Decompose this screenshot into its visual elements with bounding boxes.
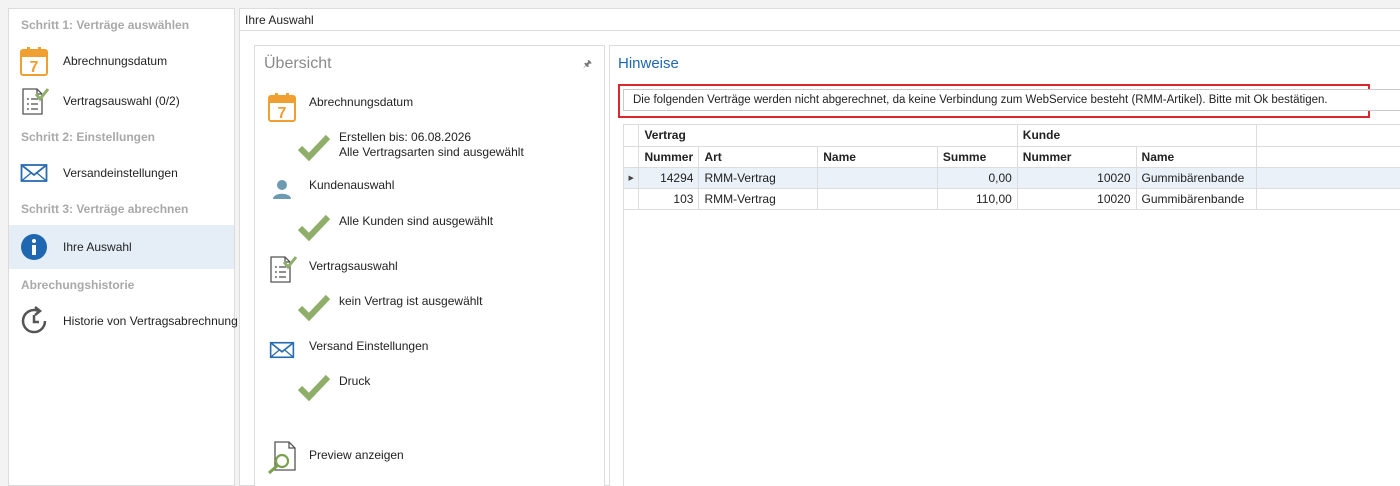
envelope-icon bbox=[265, 333, 299, 367]
hinweis-message: Die folgenden Verträge werden nicht abge… bbox=[623, 89, 1400, 111]
page-title: Ihre Auswahl bbox=[240, 9, 1400, 31]
versand-label: Versand Einstellungen bbox=[309, 339, 429, 353]
main-panel: Ihre Auswahl Übersicht 🖈 7 Abrechnungsda… bbox=[239, 8, 1400, 486]
history-header: Abrechungshistorie bbox=[21, 278, 135, 292]
sidebar-item-abrechnungsdatum[interactable]: 7 Abrechnungsdatum bbox=[9, 41, 234, 81]
calendar-number: 7 bbox=[30, 59, 39, 76]
overview-kundenauswahl: Kundenauswahl bbox=[265, 172, 394, 206]
group-header-vertrag: Vertrag bbox=[638, 125, 1018, 147]
column-header-kunde-name[interactable]: Name bbox=[1136, 146, 1258, 168]
wizard-sidebar: Schritt 1: Verträge auswählen 7 Abrechnu… bbox=[8, 8, 238, 486]
cell-nummer[interactable]: 14294 bbox=[638, 167, 700, 189]
check-icon bbox=[297, 214, 331, 242]
row-indicator-icon: ▶ bbox=[624, 167, 640, 189]
cell-name[interactable] bbox=[817, 188, 938, 210]
table-row[interactable]: 103 RMM-Vertrag 110,00 10020 Gummibärenb… bbox=[624, 188, 1400, 210]
history-icon bbox=[19, 306, 49, 336]
overview-abrechnungsdatum-status: Erstellen bis: 06.08.2026 Alle Vertragsa… bbox=[297, 130, 524, 164]
overview-versand: Versand Einstellungen bbox=[265, 333, 428, 367]
cell-kunde-name[interactable]: Gummibärenbande bbox=[1136, 188, 1258, 210]
envelope-icon bbox=[19, 158, 49, 188]
preview-label: Preview anzeigen bbox=[309, 448, 404, 462]
checklist-icon bbox=[265, 252, 299, 286]
cell-kunde-name[interactable]: Gummibärenbande bbox=[1136, 167, 1258, 189]
document-search-icon bbox=[265, 440, 299, 474]
step1-header: Schritt 1: Verträge auswählen bbox=[21, 18, 190, 32]
calendar-icon: 7 bbox=[265, 90, 299, 124]
druck-text: Druck bbox=[339, 374, 371, 388]
contracts-grid[interactable]: Vertrag Kunde Nummer Art Name Summe Numm… bbox=[623, 124, 1400, 486]
sidebar-item-label: Historie von Vertragsabrechnung bbox=[63, 314, 238, 328]
cell-empty bbox=[1256, 188, 1400, 210]
cell-kunde-nummer[interactable]: 10020 bbox=[1017, 188, 1137, 210]
sidebar-item-historie[interactable]: Historie von Vertragsabrechnung bbox=[9, 301, 238, 341]
cell-kunde-nummer[interactable]: 10020 bbox=[1017, 167, 1137, 189]
sidebar-item-label: Abrechnungsdatum bbox=[63, 54, 168, 68]
cell-art[interactable]: RMM-Vertrag bbox=[698, 167, 819, 189]
overview-abrechnungsdatum: 7 Abrechnungsdatum bbox=[265, 90, 413, 124]
abrechnungsdatum-label: Abrechnungsdatum bbox=[309, 95, 414, 109]
row-gutter-header bbox=[624, 146, 640, 168]
sidebar-item-label: Versandeinstellungen bbox=[63, 166, 178, 180]
cell-empty bbox=[1256, 167, 1400, 189]
row-indicator bbox=[624, 188, 640, 210]
column-header-kunde-nummer[interactable]: Nummer bbox=[1017, 146, 1137, 168]
empty-header bbox=[1256, 125, 1400, 147]
check-icon bbox=[297, 294, 331, 322]
cell-summe[interactable]: 0,00 bbox=[937, 167, 1018, 189]
column-header-name[interactable]: Name bbox=[817, 146, 938, 168]
overview-versand-status: Druck bbox=[297, 370, 370, 404]
table-row[interactable]: ▶ 14294 RMM-Vertrag 0,00 10020 Gummibäre… bbox=[624, 167, 1400, 189]
overview-panel: Übersicht 🖈 7 Abrechnungsdatum Erstellen… bbox=[254, 45, 605, 486]
sidebar-item-label: Vertragsauswahl (0/2) bbox=[63, 94, 180, 108]
column-header-summe[interactable]: Summe bbox=[937, 146, 1018, 168]
hinweise-title: Hinweise bbox=[618, 55, 679, 72]
calendar-icon: 7 bbox=[19, 46, 49, 76]
pin-icon[interactable]: 🖈 bbox=[583, 57, 592, 74]
group-header-kunde: Kunde bbox=[1017, 125, 1258, 147]
sidebar-item-vertragsauswahl[interactable]: Vertragsauswahl (0/2) bbox=[9, 81, 234, 121]
preview-button[interactable]: Preview anzeigen bbox=[265, 440, 404, 474]
sidebar-item-label: Ihre Auswahl bbox=[63, 240, 132, 254]
column-header-art[interactable]: Art bbox=[698, 146, 819, 168]
kein-vertrag-text: kein Vertrag ist ausgewählt bbox=[339, 294, 483, 308]
vertragsarten-text: Alle Vertragsarten sind ausgewählt bbox=[339, 145, 524, 159]
user-icon bbox=[265, 172, 299, 206]
check-icon bbox=[297, 374, 331, 402]
info-icon bbox=[19, 232, 49, 262]
alle-kunden-text: Alle Kunden sind ausgewählt bbox=[339, 214, 494, 228]
row-gutter-header bbox=[624, 125, 640, 147]
step2-header: Schritt 2: Einstellungen bbox=[21, 130, 156, 144]
overview-vertrag-status: kein Vertrag ist ausgewählt bbox=[297, 290, 482, 324]
step3-header: Schritt 3: Verträge abrechnen bbox=[21, 202, 189, 216]
overview-kunden-status: Alle Kunden sind ausgewählt bbox=[297, 210, 493, 244]
cell-summe[interactable]: 110,00 bbox=[937, 188, 1018, 210]
hinweise-panel: Hinweise Die folgenden Verträge werden n… bbox=[609, 45, 1400, 486]
kundenauswahl-label: Kundenauswahl bbox=[309, 178, 395, 192]
sidebar-item-versandeinstellungen[interactable]: Versandeinstellungen bbox=[9, 153, 234, 193]
checklist-icon bbox=[19, 86, 49, 116]
empty-header bbox=[1256, 146, 1400, 168]
vertragsauswahl-label: Vertragsauswahl bbox=[309, 259, 398, 273]
erstellen-bis-text: Erstellen bis: 06.08.2026 bbox=[339, 130, 472, 144]
cell-art[interactable]: RMM-Vertrag bbox=[698, 188, 819, 210]
overview-title: Übersicht bbox=[264, 55, 332, 72]
check-icon bbox=[297, 134, 331, 162]
cell-name[interactable] bbox=[817, 167, 938, 189]
cell-nummer[interactable]: 103 bbox=[638, 188, 700, 210]
message-highlight: Die folgenden Verträge werden nicht abge… bbox=[618, 84, 1400, 118]
overview-vertragsauswahl: Vertragsauswahl bbox=[265, 252, 398, 286]
column-header-nummer[interactable]: Nummer bbox=[638, 146, 700, 168]
sidebar-item-ihre-auswahl[interactable]: Ihre Auswahl bbox=[9, 225, 234, 269]
calendar-number: 7 bbox=[278, 105, 287, 122]
